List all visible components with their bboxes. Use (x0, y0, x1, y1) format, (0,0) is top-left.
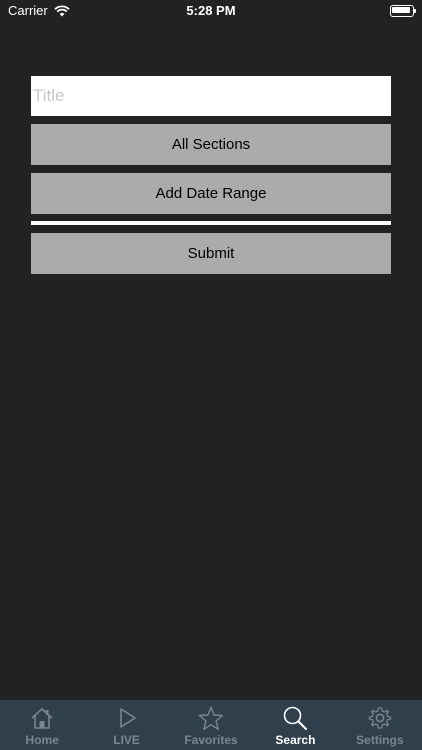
status-bar: Carrier 5:28 PM (0, 0, 422, 22)
status-time: 5:28 PM (186, 3, 236, 18)
form-divider (31, 221, 391, 225)
title-input[interactable] (31, 76, 391, 116)
tab-favorites-label: Favorites (184, 733, 238, 747)
tab-settings-label: Settings (356, 733, 404, 747)
all-sections-button[interactable]: All Sections (31, 124, 391, 165)
play-icon (119, 708, 136, 728)
gear-icon (368, 707, 392, 729)
tab-live-label: LIVE (113, 733, 140, 747)
tab-home[interactable]: Home (0, 700, 84, 750)
submit-button[interactable]: Submit (31, 233, 391, 274)
battery-icon (390, 5, 416, 17)
tab-search[interactable]: Search (253, 700, 337, 750)
tab-search-label: Search (275, 733, 316, 747)
tab-settings[interactable]: Settings (338, 700, 422, 750)
tab-favorites[interactable]: Favorites (169, 700, 253, 750)
home-icon (31, 707, 53, 729)
search-form: All Sections Add Date Range Submit (31, 76, 391, 274)
search-icon (284, 706, 308, 730)
star-icon (198, 706, 224, 730)
add-date-range-button[interactable]: Add Date Range (31, 173, 391, 214)
tab-live[interactable]: LIVE (84, 700, 168, 750)
tab-home-label: Home (25, 733, 59, 747)
tab-bar: Home LIVE Favorites Search Settings (0, 700, 422, 750)
